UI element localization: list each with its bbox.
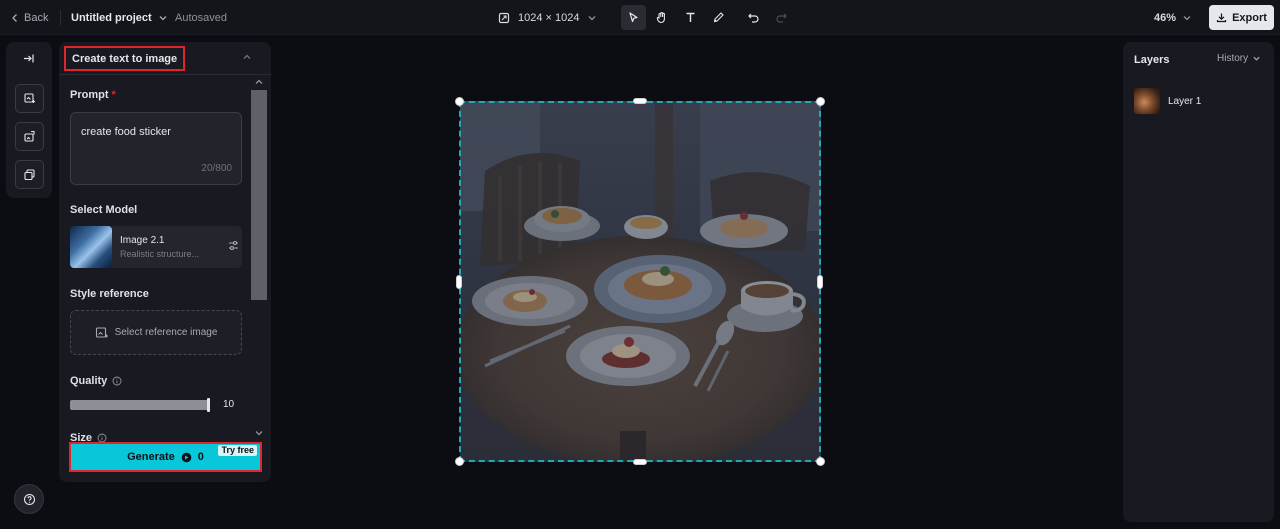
- scroll-down-icon: [255, 431, 263, 436]
- resize-handle-bottom-right[interactable]: [816, 457, 825, 466]
- left-toolbar: [6, 42, 52, 198]
- resize-handle-right[interactable]: [817, 275, 823, 289]
- select-model-label: Select Model: [70, 204, 138, 216]
- prompt-char-count: 20/800: [201, 163, 232, 174]
- back-button[interactable]: Back: [10, 0, 48, 35]
- scrollbar-thumb[interactable]: [251, 90, 267, 300]
- layer-item[interactable]: Layer 1: [1134, 88, 1201, 114]
- select-reference-label: Select reference image: [114, 327, 218, 338]
- create-panel: Create text to image Prompt * create food…: [59, 42, 271, 482]
- layers-panel: Layers History Layer 1: [1123, 42, 1274, 522]
- select-icon: [629, 12, 638, 23]
- project-name-dropdown[interactable]: Untitled project: [71, 0, 168, 35]
- panel-header: Create text to image: [59, 42, 271, 75]
- history-tab[interactable]: History: [1217, 53, 1261, 64]
- resize-handle-top-left[interactable]: [455, 97, 464, 106]
- undo-button[interactable]: [741, 5, 766, 30]
- chevron-left-icon: [12, 13, 17, 22]
- save-status: Autosaved: [175, 11, 227, 24]
- chevron-down-icon: [159, 15, 167, 20]
- panel-title: Create text to image: [64, 46, 186, 71]
- image-to-image-button[interactable]: [15, 122, 44, 151]
- selection-box[interactable]: [459, 101, 821, 462]
- back-label: Back: [24, 11, 49, 24]
- prompt-label: Prompt *: [70, 89, 116, 101]
- resize-handle-top[interactable]: [633, 98, 647, 104]
- resize-handle-top-right[interactable]: [816, 97, 825, 106]
- image-to-image-icon: [24, 130, 35, 142]
- model-settings-button[interactable]: [227, 239, 240, 252]
- text-tool[interactable]: [678, 5, 703, 30]
- select-tool[interactable]: [621, 5, 646, 30]
- chevron-up-icon: [243, 54, 251, 59]
- zoom-dropdown[interactable]: 46%: [1154, 0, 1192, 35]
- quality-label: Quality: [70, 375, 122, 387]
- text-to-image-button[interactable]: [15, 84, 44, 113]
- help-icon: [23, 493, 35, 505]
- redo-button[interactable]: [769, 5, 794, 30]
- resize-handle-left[interactable]: [456, 275, 462, 289]
- divider: [60, 10, 61, 25]
- pen-icon: [713, 12, 724, 23]
- resize-icon: [498, 12, 510, 23]
- chevron-down-icon: [1183, 15, 1191, 20]
- required-mark: *: [111, 89, 116, 101]
- text-icon: [686, 12, 695, 22]
- scroll-up-icon: [255, 79, 263, 84]
- top-bar: Back Untitled project Autosaved 1024 × 1…: [0, 0, 1280, 35]
- redo-icon: [776, 13, 787, 23]
- credit-icon: [181, 452, 192, 462]
- project-name: Untitled project: [71, 11, 152, 24]
- download-icon: [1216, 13, 1227, 23]
- collapse-panel-button[interactable]: [22, 52, 35, 65]
- layer-name: Layer 1: [1168, 95, 1202, 107]
- select-reference-image-button[interactable]: Select reference image: [70, 310, 242, 355]
- chevron-down-icon: [1253, 56, 1260, 61]
- export-button[interactable]: Export: [1209, 5, 1274, 30]
- chevron-down-icon: [589, 15, 596, 20]
- pen-tool[interactable]: [706, 5, 731, 30]
- hand-icon: [656, 12, 665, 24]
- quality-value: 10: [223, 399, 235, 410]
- layers-tab[interactable]: Layers: [1134, 54, 1169, 66]
- style-reference-label: Style reference: [70, 288, 149, 300]
- prompt-field[interactable]: create food sticker 20/800: [70, 112, 242, 185]
- canvas-size-dropdown[interactable]: 1024 × 1024: [498, 0, 597, 35]
- resize-handle-bottom-left[interactable]: [455, 457, 464, 466]
- add-image-icon: [95, 326, 108, 338]
- layers-stack-icon: [24, 169, 35, 181]
- quality-slider-handle[interactable]: [207, 398, 210, 412]
- info-icon: [112, 376, 122, 386]
- resize-handle-bottom[interactable]: [633, 459, 647, 465]
- layers-stack-button[interactable]: [15, 160, 44, 189]
- sliders-icon: [229, 240, 238, 251]
- generate-cost: 0: [197, 451, 204, 463]
- model-description: Realistic structure...: [120, 249, 200, 259]
- text-to-image-icon: [24, 93, 35, 103]
- hand-tool[interactable]: [649, 5, 674, 30]
- history-label: History: [1217, 53, 1249, 64]
- model-name: Image 2.1: [120, 235, 165, 246]
- layer-thumbnail: [1134, 88, 1160, 114]
- export-label: Export: [1232, 11, 1267, 24]
- collapse-panel-icon: [24, 54, 34, 63]
- model-selector[interactable]: Image 2.1 Realistic structure...: [70, 226, 242, 268]
- prompt-text[interactable]: create food sticker: [81, 126, 171, 138]
- generate-label: Generate: [127, 451, 175, 463]
- help-button[interactable]: [14, 484, 44, 514]
- undo-icon: [748, 13, 759, 23]
- generate-button[interactable]: Generate 0 Try free: [69, 442, 262, 472]
- quality-slider[interactable]: [70, 398, 210, 412]
- zoom-level: 46%: [1154, 11, 1177, 24]
- model-thumbnail: [70, 226, 112, 268]
- collapse-section-button[interactable]: [242, 52, 252, 62]
- canvas-size-label: 1024 × 1024: [518, 11, 580, 24]
- try-free-badge: Try free: [218, 445, 257, 456]
